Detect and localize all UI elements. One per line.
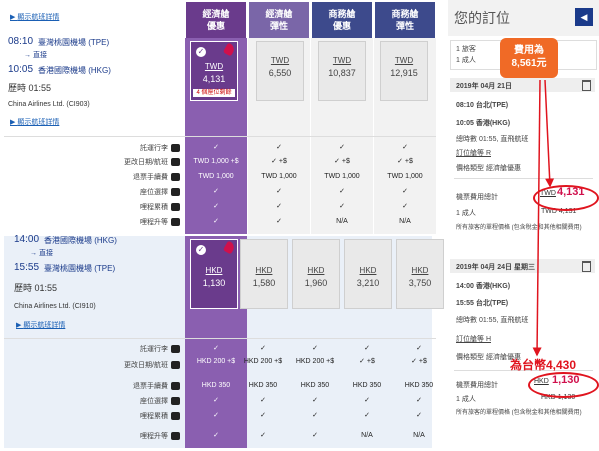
highlight-ellipse-twd [533, 185, 599, 211]
highlight-ellipse-hkd [528, 372, 599, 398]
arrow-to-hkd-total [532, 79, 542, 357]
arrow-to-twd-total [544, 79, 555, 188]
twd-conversion-note: 為台幣4,430 [510, 358, 577, 372]
total-cost-callout: 費用為 8,561元 [500, 38, 558, 78]
